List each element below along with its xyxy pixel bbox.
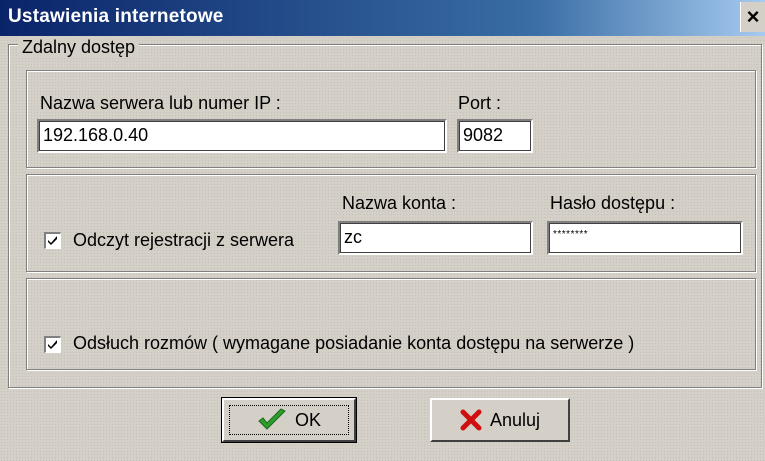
port-input[interactable]: 9082: [457, 119, 533, 153]
cancel-label: Anuluj: [489, 409, 541, 430]
ok-label: OK: [294, 409, 321, 430]
checkmark-icon: [48, 340, 57, 349]
password-label: Hasło dostępu :: [550, 193, 676, 213]
registration-label: Odczyt rejestracji z serwera: [73, 230, 295, 250]
listening-panel: Odsłuch rozmów ( wymagane posiadanie kon…: [26, 278, 756, 370]
settings-dialog: Ustawienia internetowe × Zdalny dostęp N…: [0, 0, 765, 461]
account-input[interactable]: zc: [338, 221, 533, 255]
password-input[interactable]: ********: [547, 221, 743, 255]
close-icon: ×: [746, 4, 760, 29]
ok-button[interactable]: OK: [221, 397, 357, 443]
server-address-input[interactable]: 192.168.0.40: [37, 119, 447, 153]
server-panel: Nazwa serwera lub numer IP : Port : 192.…: [26, 70, 756, 168]
close-button[interactable]: ×: [740, 2, 765, 32]
cancel-button[interactable]: Anuluj: [430, 398, 570, 442]
port-label: Port :: [458, 93, 502, 113]
remote-access-legend: Zdalny dostęp: [18, 37, 140, 58]
title-bar[interactable]: Ustawienia internetowe ×: [0, 0, 765, 36]
listening-label: Odsłuch rozmów ( wymagane posiadanie kon…: [73, 333, 635, 353]
account-label: Nazwa konta :: [342, 193, 457, 213]
registration-panel: Odczyt rejestracji z serwera Nazwa konta…: [26, 174, 756, 272]
window-title: Ustawienia internetowe: [8, 6, 224, 27]
green-check-icon: [258, 408, 286, 430]
red-x-icon: [460, 409, 482, 431]
registration-checkbox[interactable]: [44, 232, 61, 249]
listening-checkbox[interactable]: [44, 336, 61, 353]
checkmark-icon: [48, 236, 57, 245]
server-label: Nazwa serwera lub numer IP :: [40, 93, 281, 113]
